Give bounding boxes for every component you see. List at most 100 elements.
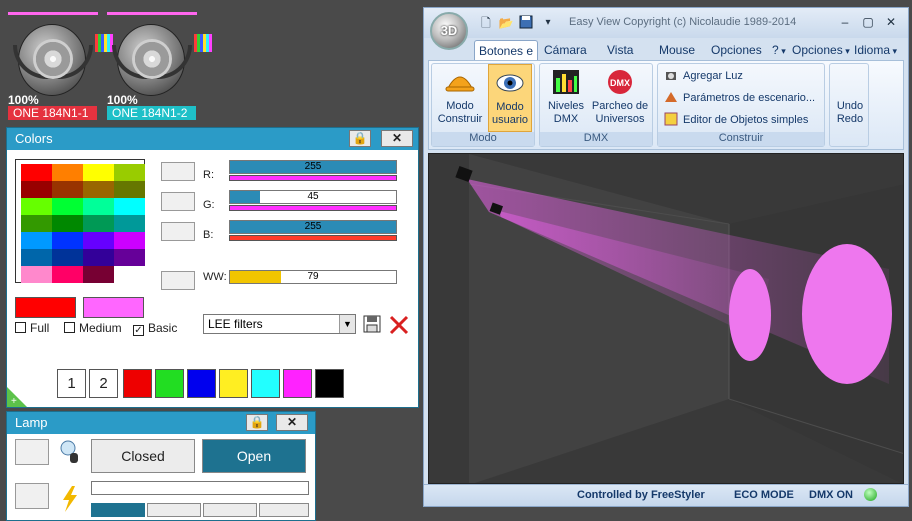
niveles-dmx-button[interactable]: Niveles DMX: [544, 68, 588, 126]
save-icon[interactable]: [363, 314, 381, 334]
undo-redo-button[interactable]: Undo Redo: [830, 100, 870, 126]
color-swatch[interactable]: [52, 232, 83, 249]
ww-slider[interactable]: 79: [229, 270, 397, 284]
fixture-name: ONE 184N1-2: [107, 106, 196, 120]
tab-camara[interactable]: Cámara: [544, 40, 587, 60]
strike-button[interactable]: [15, 483, 49, 509]
color-swatch[interactable]: [83, 266, 114, 283]
lamp-mode-button-4[interactable]: [259, 503, 309, 517]
open-button[interactable]: Open: [202, 439, 306, 473]
color-swatch[interactable]: [114, 232, 145, 249]
preset-color-button[interactable]: [187, 369, 216, 398]
color-swatch[interactable]: [52, 181, 83, 198]
close-icon[interactable]: ✕: [276, 414, 308, 431]
lamp-mode-button-2[interactable]: [147, 503, 201, 517]
color-swatch[interactable]: [114, 266, 145, 283]
preset-color-button[interactable]: [315, 369, 344, 398]
lock-icon[interactable]: 🔒: [349, 130, 371, 147]
tab-help[interactable]: ? ▾: [772, 40, 786, 60]
chevron-down-icon[interactable]: ▼: [339, 315, 355, 333]
agregar-luz-button[interactable]: Agregar Luz: [664, 68, 743, 88]
color-swatch[interactable]: [21, 198, 52, 215]
tab-opciones-menu[interactable]: Opciones ▾: [792, 40, 850, 60]
tab-vista[interactable]: Vista: [607, 40, 633, 60]
preset-1-button[interactable]: 1: [57, 369, 86, 398]
color-swatch[interactable]: [21, 164, 52, 181]
color-swatch[interactable]: [83, 198, 114, 215]
parametros-escenario-button[interactable]: Parámetros de escenario...: [664, 90, 815, 110]
red-channel-button[interactable]: [161, 162, 195, 181]
eye-icon: [495, 69, 525, 97]
full-checkbox[interactable]: Full: [15, 321, 49, 335]
add-icon[interactable]: +: [7, 385, 29, 407]
color-swatch[interactable]: [83, 164, 114, 181]
color-swatch[interactable]: [21, 249, 52, 266]
closed-button[interactable]: Closed: [91, 439, 195, 473]
green-channel-button[interactable]: [161, 192, 195, 211]
preset-color-button[interactable]: [283, 369, 312, 398]
checkbox-box[interactable]: [15, 322, 26, 333]
checkbox-box[interactable]: ✓: [133, 325, 144, 336]
button-label: Parámetros de escenario...: [683, 92, 816, 104]
close-icon[interactable]: ✕: [884, 15, 898, 29]
color-swatch[interactable]: [52, 164, 83, 181]
filter-select[interactable]: LEE filters ▼: [203, 314, 356, 334]
color-swatch[interactable]: [114, 249, 145, 266]
button-label: Modo Construir: [437, 100, 483, 125]
blue-slider[interactable]: 255: [229, 220, 397, 234]
color-swatch[interactable]: [21, 215, 52, 232]
lamp-mode-button-1[interactable]: [91, 503, 145, 517]
blue-channel-button[interactable]: [161, 222, 195, 241]
tab-opciones[interactable]: Opciones: [711, 40, 762, 60]
color-swatch[interactable]: [52, 215, 83, 232]
color-swatch[interactable]: [83, 215, 114, 232]
green-slider[interactable]: 45: [229, 190, 397, 204]
fixture-2[interactable]: 100% ONE 184N1-2: [107, 12, 212, 122]
quick-access-dropdown-icon[interactable]: ▾: [540, 15, 556, 31]
fixture-1[interactable]: 100% ONE 184N1-1: [8, 12, 113, 122]
color-swatch[interactable]: [52, 249, 83, 266]
lamp-toggle-button[interactable]: [15, 439, 49, 465]
color-swatch[interactable]: [114, 198, 145, 215]
modo-usuario-button[interactable]: Modo usuario: [488, 64, 532, 132]
new-file-icon[interactable]: 🗋: [478, 15, 494, 31]
color-swatch[interactable]: [21, 181, 52, 198]
color-swatch[interactable]: [83, 181, 114, 198]
open-folder-icon[interactable]: 📂: [498, 15, 514, 31]
lamp-mode-button-3[interactable]: [203, 503, 257, 517]
medium-checkbox[interactable]: Medium: [64, 321, 122, 335]
maximize-icon[interactable]: ▢: [861, 15, 875, 29]
color-swatch[interactable]: [83, 249, 114, 266]
tab-idioma[interactable]: Idioma ▾: [854, 40, 897, 60]
color-swatch[interactable]: [114, 181, 145, 198]
modo-construir-button[interactable]: Modo Construir: [436, 68, 484, 126]
save-icon[interactable]: [518, 15, 534, 31]
color-swatch[interactable]: [114, 215, 145, 232]
preset-color-button[interactable]: [155, 369, 184, 398]
tab-mouse[interactable]: Mouse: [659, 40, 695, 60]
checkbox-box[interactable]: [64, 322, 75, 333]
parcheo-universos-button[interactable]: DMX Parcheo de Universos: [590, 68, 650, 126]
preset-color-button[interactable]: [219, 369, 248, 398]
basic-checkbox[interactable]: ✓ Basic: [133, 321, 177, 336]
color-swatch-grid[interactable]: [15, 159, 145, 283]
color-swatch[interactable]: [52, 266, 83, 283]
tab-botones[interactable]: Botones e: [474, 40, 539, 60]
app-orb-button[interactable]: 3D: [430, 12, 468, 50]
minimize-icon[interactable]: –: [838, 15, 852, 29]
preset-color-button[interactable]: [123, 369, 152, 398]
ww-channel-button[interactable]: [161, 271, 195, 290]
color-swatch[interactable]: [114, 164, 145, 181]
red-slider[interactable]: 255: [229, 160, 397, 174]
editor-objetos-button[interactable]: Editor de Objetos simples: [664, 112, 808, 132]
lock-icon[interactable]: 🔒: [246, 414, 268, 431]
color-swatch[interactable]: [52, 198, 83, 215]
3d-viewport[interactable]: [428, 153, 904, 484]
color-swatch[interactable]: [83, 232, 114, 249]
preset-2-button[interactable]: 2: [89, 369, 118, 398]
preset-color-button[interactable]: [251, 369, 280, 398]
color-swatch[interactable]: [21, 232, 52, 249]
close-icon[interactable]: ✕: [381, 130, 413, 147]
delete-icon[interactable]: [388, 314, 410, 336]
color-swatch[interactable]: [21, 266, 52, 283]
